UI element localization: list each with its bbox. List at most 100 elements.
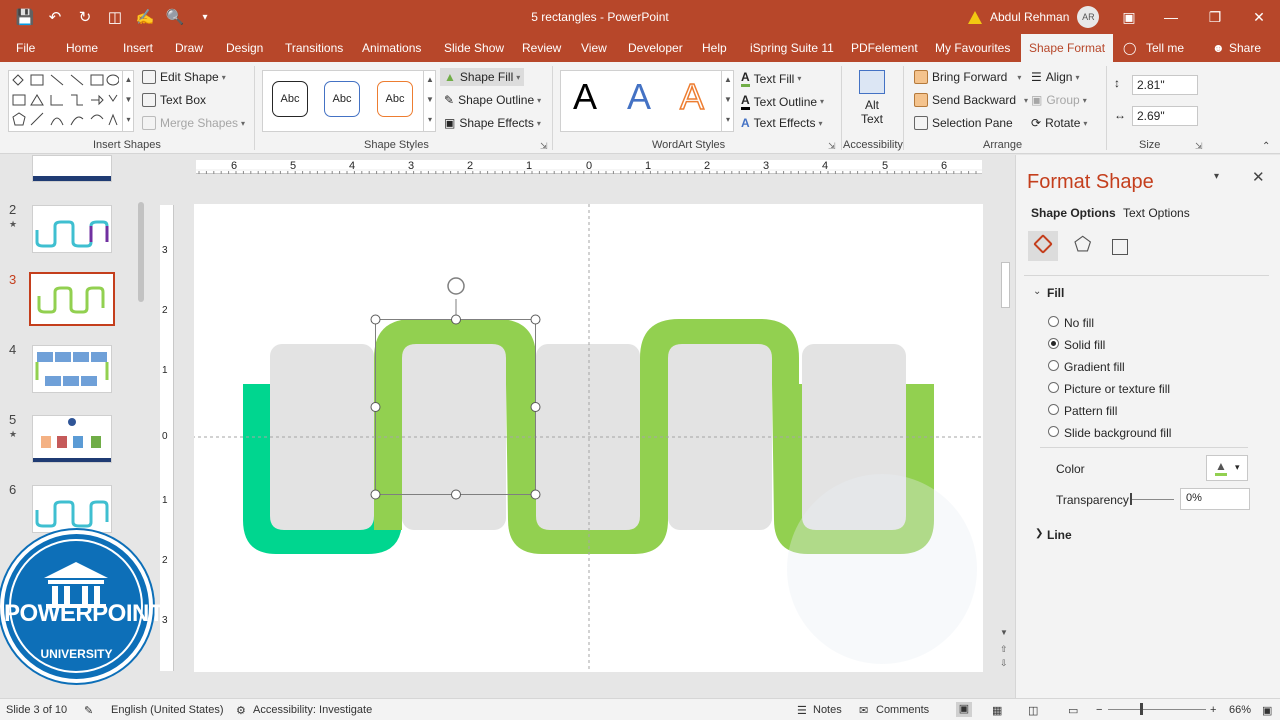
radio-slide-background-fill[interactable] <box>1048 426 1059 437</box>
tab-developer[interactable]: Developer <box>628 41 683 55</box>
shape-effects-button[interactable]: ▣ Shape Effects ▾ <box>444 116 541 130</box>
label-pattern-fill[interactable]: Pattern fill <box>1064 404 1117 418</box>
zoom-slider[interactable] <box>1108 709 1206 710</box>
chevron-right-icon[interactable]: ❯ <box>1035 528 1043 539</box>
notes-button[interactable]: Notes <box>813 704 842 716</box>
alt-text-button[interactable]: Alt Text <box>852 68 892 136</box>
bring-forward-button[interactable]: Bring Forward ▾ <box>914 70 1021 84</box>
tab-my-favourites[interactable]: My Favourites <box>935 41 1010 55</box>
grey-rectangle-2[interactable] <box>402 344 506 530</box>
shape-fill-button[interactable]: ▲ Shape Fill ▾ <box>440 68 525 86</box>
normal-view-icon[interactable]: ▣ <box>956 702 972 717</box>
label-no-fill[interactable]: No fill <box>1064 316 1094 330</box>
tab-design[interactable]: Design <box>226 41 263 55</box>
tab-transitions[interactable]: Transitions <box>285 41 343 55</box>
transparency-slider-thumb[interactable] <box>1130 493 1132 505</box>
tab-slide-show[interactable]: Slide Show <box>444 41 504 55</box>
line-section-header[interactable]: Line <box>1047 528 1072 542</box>
text-fill-button[interactable]: A Text Fill ▾ <box>741 70 801 87</box>
tab-text-options[interactable]: Text Options <box>1123 206 1190 220</box>
ribbon-display-icon[interactable]: ▣ <box>1108 0 1150 34</box>
slideshow-icon[interactable]: ▭ <box>1068 704 1078 717</box>
label-picture-fill[interactable]: Picture or texture fill <box>1064 382 1170 396</box>
slide-scrollbar[interactable]: ▼ ⇧ ⇩ <box>998 158 1013 678</box>
label-solid-fill[interactable]: Solid fill <box>1064 338 1105 352</box>
pentagon-icon[interactable]: ⬠ <box>1074 235 1091 255</box>
slide-thumbnail-5[interactable] <box>32 415 112 463</box>
dialog-launcher-icon[interactable]: ⇲ <box>540 141 548 152</box>
tab-insert[interactable]: Insert <box>123 41 153 55</box>
radio-pattern-fill[interactable] <box>1048 404 1059 415</box>
color-picker-button[interactable]: ▲ ▾ <box>1206 455 1248 481</box>
wordart-gallery-scroll[interactable]: ▲ ▼ ▾ <box>721 70 734 132</box>
slide-thumbnail-1[interactable] <box>32 155 112 182</box>
edit-shape-button[interactable]: Edit Shape ▾ <box>142 70 226 84</box>
chevron-down-icon[interactable]: ⌄ <box>1033 286 1041 297</box>
slide-thumbnail-4[interactable] <box>32 345 112 393</box>
close-pane-icon[interactable]: ✕ <box>1252 168 1265 186</box>
label-gradient-fill[interactable]: Gradient fill <box>1064 360 1125 374</box>
label-slide-background-fill[interactable]: Slide background fill <box>1064 426 1171 440</box>
slide-sorter-icon[interactable]: ▦ <box>992 704 1002 717</box>
close-window-icon[interactable]: ✕ <box>1238 0 1280 34</box>
tab-ispring[interactable]: iSpring Suite 11 <box>750 41 834 55</box>
shapes-gallery[interactable] <box>8 70 134 132</box>
tab-view[interactable]: View <box>581 41 607 55</box>
fill-section-header[interactable]: Fill <box>1047 286 1064 300</box>
slide-canvas[interactable] <box>174 174 994 694</box>
thumbnails-scroll-thumb[interactable] <box>138 202 144 302</box>
wordart-style-orange[interactable]: A <box>679 75 705 118</box>
tab-tell-me[interactable]: Tell me <box>1146 41 1184 55</box>
align-button[interactable]: ☰ Align ▾ <box>1031 70 1079 84</box>
tab-draw[interactable]: Draw <box>175 41 203 55</box>
resize-handle[interactable] <box>451 314 461 325</box>
tab-review[interactable]: Review <box>522 41 561 55</box>
previous-slide-icon[interactable]: ⇧ <box>1000 644 1008 655</box>
resize-handle[interactable] <box>530 402 541 412</box>
language-indicator[interactable]: English (United States) <box>111 704 224 716</box>
tab-pdfelement[interactable]: PDFelement <box>851 41 918 55</box>
tab-shape-format[interactable]: Shape Format <box>1021 34 1114 62</box>
spelling-icon[interactable]: ✎ <box>84 704 93 717</box>
style-preset-2[interactable]: Abc <box>324 81 360 117</box>
merge-shapes-button[interactable]: Merge Shapes ▾ <box>142 116 245 130</box>
resize-handle[interactable] <box>370 489 381 500</box>
style-preset-1[interactable]: Abc <box>272 81 308 117</box>
slide-indicator[interactable]: Slide 3 of 10 <box>6 704 67 716</box>
shapes-gallery-icons[interactable] <box>9 71 120 131</box>
shape-width-input[interactable]: 2.69" <box>1132 106 1198 126</box>
minimize-icon[interactable]: — <box>1150 0 1192 34</box>
resize-handle[interactable] <box>451 489 461 500</box>
zoom-level[interactable]: 66% <box>1229 704 1251 716</box>
scroll-down-icon[interactable]: ▼ <box>1000 628 1008 637</box>
tab-file[interactable]: File <box>16 41 35 55</box>
slide-thumbnail-6[interactable] <box>32 485 112 533</box>
grey-rectangle-1[interactable] <box>270 344 374 530</box>
collapse-ribbon-icon[interactable]: ⌃ <box>1262 141 1270 152</box>
wordart-style-black[interactable]: A <box>573 76 597 118</box>
fill-line-tab[interactable] <box>1028 231 1058 261</box>
zoom-out-icon[interactable]: − <box>1096 704 1102 716</box>
resize-handle[interactable] <box>530 489 541 500</box>
dialog-launcher-icon[interactable]: ⇲ <box>828 141 836 152</box>
size-properties-icon[interactable] <box>1112 239 1128 255</box>
tab-home[interactable]: Home <box>66 41 98 55</box>
zoom-in-icon[interactable]: + <box>1210 704 1216 716</box>
zoom-slider-thumb[interactable] <box>1140 703 1143 715</box>
slide-thumbnail-3[interactable] <box>29 272 115 326</box>
dialog-launcher-icon[interactable]: ⇲ <box>1195 141 1203 152</box>
resize-handle[interactable] <box>530 314 541 325</box>
text-box-button[interactable]: Text Box <box>142 93 206 107</box>
tab-share[interactable]: Share <box>1229 41 1261 55</box>
tab-animations[interactable]: Animations <box>362 41 421 55</box>
avatar[interactable]: AR <box>1077 6 1100 28</box>
tab-shape-options[interactable]: Shape Options <box>1031 206 1116 220</box>
group-button[interactable]: ▣ Group ▾ <box>1031 93 1087 107</box>
slide-scroll-thumb[interactable] <box>1001 262 1010 308</box>
transparency-slider[interactable] <box>1130 499 1174 500</box>
radio-picture-fill[interactable] <box>1048 382 1059 393</box>
radio-solid-fill[interactable] <box>1048 338 1059 349</box>
next-slide-icon[interactable]: ⇩ <box>1000 658 1008 669</box>
radio-no-fill[interactable] <box>1048 316 1059 327</box>
pane-options-icon[interactable]: ▾ <box>1214 171 1219 182</box>
